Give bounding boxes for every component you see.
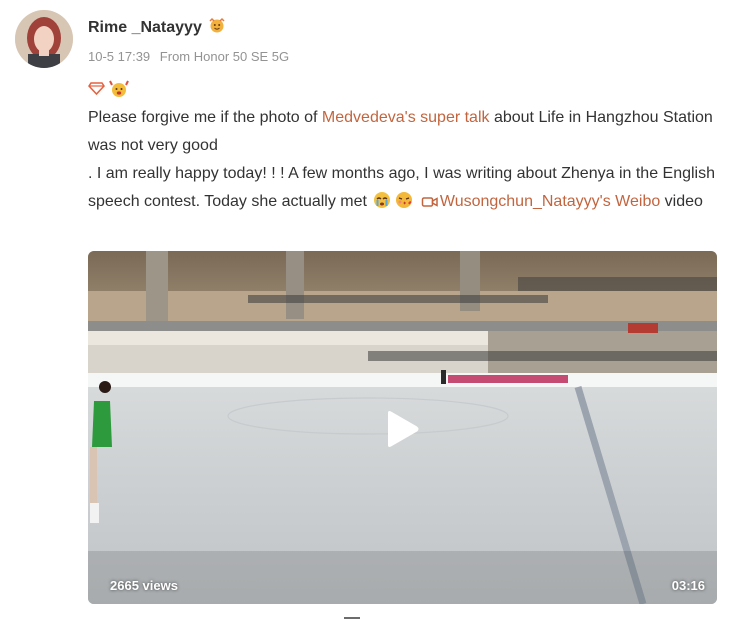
video-duration: 03:16 [671,578,705,593]
post-text-line1-prefix: Please forgive me if the photo of [88,109,322,126]
avatar[interactable] [15,10,73,68]
fan-badge-icon[interactable] [208,17,226,38]
video-player[interactable]: 2665 views 03:16 [88,251,717,604]
diamond-badge-icon[interactable] [88,80,105,103]
emoji-kiss [394,190,414,220]
scroll-indicator [344,617,360,619]
badge-row [88,80,129,103]
view-count: 2665 views [110,578,178,593]
avatar-photo [15,10,73,68]
emoji-cheer-icon [109,80,129,103]
post-meta: 10-5 17:39 From Honor 50 SE 5G [88,49,295,64]
username[interactable]: Rime _Natayyy [88,19,202,37]
video-camera-icon [421,192,439,220]
username-row: Rime _Natayyy [88,17,226,38]
video-suffix-text: video [660,193,703,210]
topic-link[interactable]: Medvedeva's super talk [322,109,490,126]
video-source-link[interactable]: Wusongchun_Natayyy's Weibo [440,193,660,210]
emoji-crying [372,190,392,220]
post-body: Please forgive me if the photo of Medved… [88,104,718,220]
post-timestamp[interactable]: 10-5 17:39 [88,49,150,64]
play-icon[interactable] [384,410,420,448]
post-source: From Honor 50 SE 5G [159,49,290,64]
